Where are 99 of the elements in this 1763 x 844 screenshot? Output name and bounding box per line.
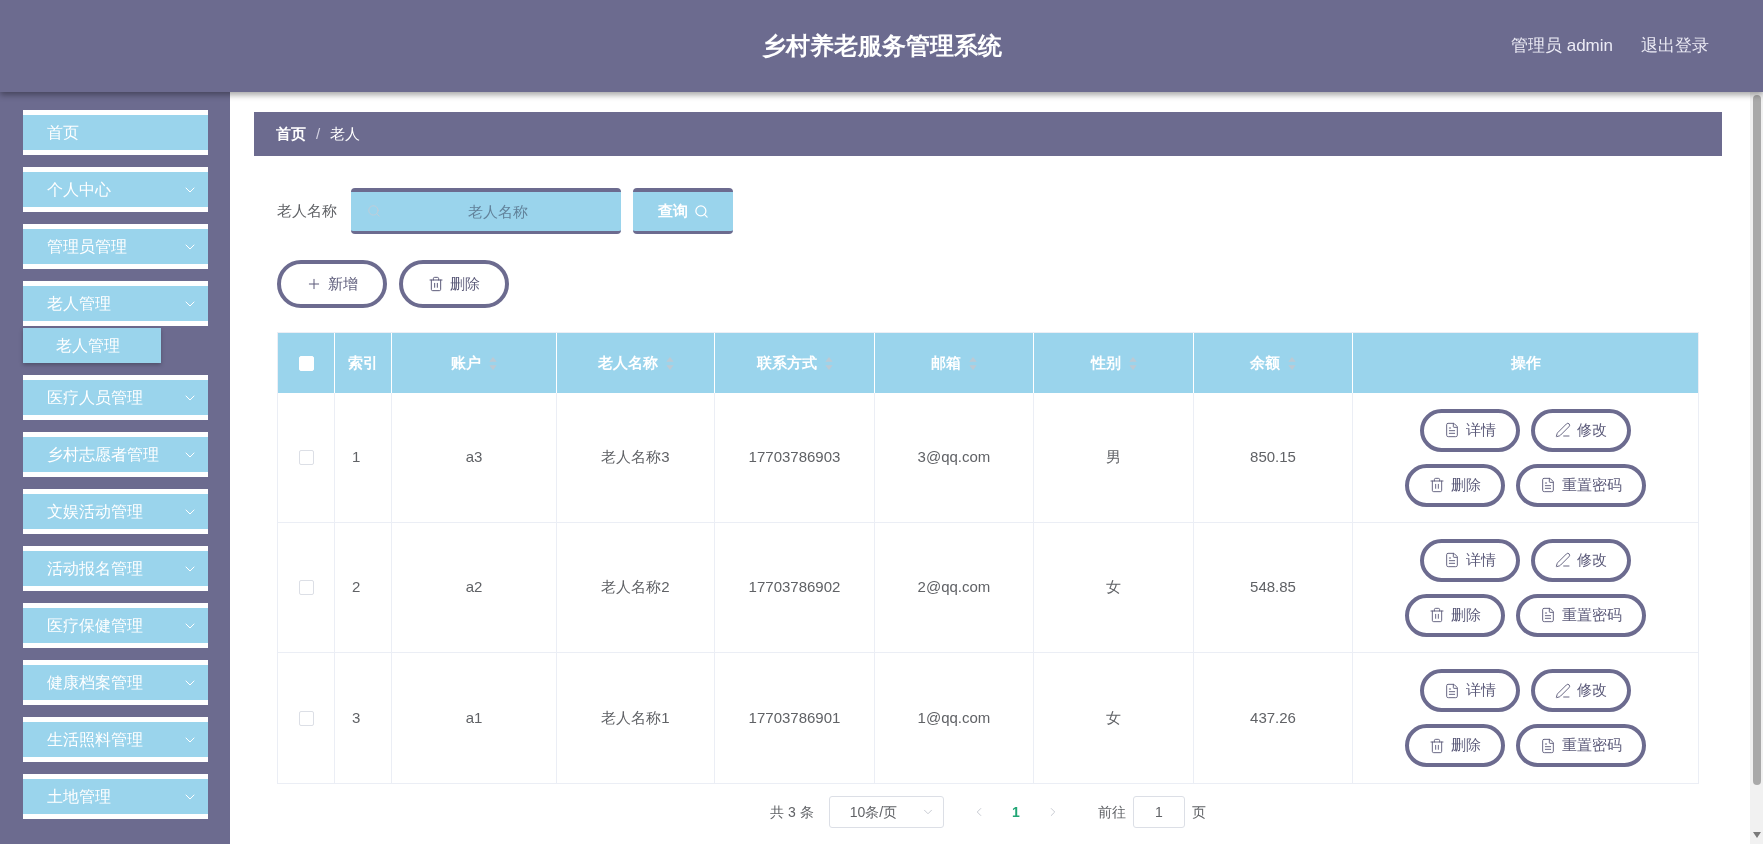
pen-icon: [1555, 422, 1571, 438]
sortable-column-header[interactable]: 账户: [451, 351, 497, 375]
table-cell: 老人名称1: [557, 653, 715, 783]
action-button[interactable]: 重置密码: [1516, 463, 1646, 507]
sidebar-item[interactable]: 活动报名管理: [23, 546, 208, 591]
search-field[interactable]: 老人名称: [351, 188, 621, 234]
table-cell: 437.26: [1194, 653, 1353, 783]
document-icon: [1540, 477, 1556, 493]
page-size-select[interactable]: 10条/页: [828, 796, 944, 828]
table-cell: a1: [392, 653, 557, 783]
sidebar-item[interactable]: 健康档案管理: [23, 660, 208, 705]
table-cell: 2: [335, 523, 392, 652]
sidebar-item[interactable]: 乡村志愿者管理: [23, 432, 208, 477]
action-button[interactable]: 修改: [1531, 408, 1631, 452]
breadcrumb-current: 老人: [330, 123, 361, 144]
sortable-column-header[interactable]: 性别: [1090, 351, 1137, 375]
trash-icon: [1429, 477, 1445, 493]
document-icon: [1444, 682, 1460, 699]
action-button[interactable]: 详情: [1420, 669, 1520, 712]
table-cell: 2@qq.com: [875, 523, 1034, 652]
pen-icon: [1555, 682, 1571, 699]
sidebar-item[interactable]: 首页: [23, 110, 208, 155]
action-button[interactable]: 重置密码: [1516, 724, 1646, 767]
sidebar-item[interactable]: 文娱活动管理: [23, 489, 208, 534]
sort-icon: [665, 356, 674, 370]
table-cell: 女: [1034, 523, 1194, 652]
table-cell: 1: [335, 393, 392, 522]
toolbar-button[interactable]: 新增: [277, 260, 387, 308]
breadcrumb-separator: /: [316, 123, 321, 144]
sidebar-item[interactable]: 老人管理: [23, 281, 208, 326]
sidebar-item[interactable]: 医疗保健管理: [23, 603, 208, 648]
action-button[interactable]: 删除: [1405, 593, 1505, 637]
table-cell: 17703786901: [715, 653, 875, 783]
action-button[interactable]: 详情: [1420, 408, 1520, 452]
table-cell: 3: [335, 653, 392, 783]
table-cell: 1@qq.com: [875, 653, 1034, 783]
app-title: 乡村养老服务管理系统: [761, 31, 1002, 61]
table-cell: 548.85: [1194, 523, 1353, 652]
sort-icon: [969, 356, 977, 370]
plus-icon: [306, 276, 322, 292]
sortable-column-header[interactable]: 联系方式: [756, 351, 833, 375]
goto-label: 前往: [1097, 802, 1126, 822]
action-button[interactable]: 删除: [1405, 724, 1505, 767]
sidebar-item[interactable]: 个人中心: [23, 167, 208, 212]
sidebar-item[interactable]: 生活照料管理: [23, 717, 208, 762]
trash-icon: [428, 276, 444, 292]
page-input[interactable]: 1: [1132, 796, 1185, 828]
search-icon: [693, 204, 709, 219]
sort-icon: [1288, 356, 1296, 370]
total-count: 共 3 条: [770, 802, 814, 822]
toolbar-button[interactable]: 删除: [399, 260, 509, 308]
sortable-column-header[interactable]: 老人名称: [597, 351, 674, 375]
sidebar-item[interactable]: 土地管理: [23, 774, 208, 819]
action-button[interactable]: 详情: [1420, 538, 1520, 582]
sort-icon: [1128, 356, 1137, 370]
logout-link[interactable]: 退出登录: [1641, 33, 1709, 59]
checkbox[interactable]: [298, 710, 314, 726]
sortable-column-header[interactable]: 邮箱: [931, 351, 977, 375]
breadcrumb-link[interactable]: 首页: [276, 122, 306, 146]
table-cell: 男: [1034, 393, 1194, 522]
sidebar-item[interactable]: 管理员管理: [23, 224, 208, 269]
document-icon: [1540, 737, 1556, 754]
table-cell: 17703786902: [715, 523, 875, 652]
search-button[interactable]: 查询: [633, 188, 733, 234]
goto-suffix: 页: [1191, 802, 1206, 822]
trash-icon: [1429, 607, 1445, 623]
scroll-down-arrow-icon[interactable]: [1752, 832, 1761, 838]
document-icon: [1444, 422, 1460, 438]
checkbox[interactable]: [298, 580, 314, 595]
document-icon: [1444, 552, 1460, 568]
column-header: 索引: [348, 352, 378, 373]
scrollbar[interactable]: [1750, 92, 1763, 844]
table-cell: 3@qq.com: [875, 393, 1034, 522]
table-cell: a3: [392, 393, 557, 522]
pen-icon: [1555, 552, 1571, 568]
sortable-column-header[interactable]: 余额: [1250, 351, 1296, 375]
sort-icon: [489, 356, 497, 370]
table-cell: 女: [1034, 653, 1194, 783]
scrollbar-thumb[interactable]: [1752, 95, 1761, 785]
table-cell: 17703786903: [715, 393, 875, 522]
action-button[interactable]: 修改: [1531, 669, 1631, 712]
table-cell: 老人名称2: [557, 523, 715, 652]
trash-icon: [1429, 737, 1445, 754]
page-number[interactable]: 1: [1003, 801, 1028, 823]
sort-icon: [824, 356, 833, 370]
column-header: 操作: [1510, 352, 1541, 373]
sidebar-item[interactable]: 医疗人员管理: [23, 375, 208, 420]
search-icon: [367, 204, 381, 218]
action-button[interactable]: 删除: [1405, 463, 1505, 507]
document-icon: [1540, 607, 1556, 623]
table-cell: a2: [392, 523, 557, 652]
sidebar-subitem[interactable]: 老人管理: [23, 328, 161, 363]
user-name: 管理员 admin: [1510, 35, 1613, 58]
table-cell: 850.15: [1194, 393, 1353, 522]
table-cell: 老人名称3: [557, 393, 715, 522]
action-button[interactable]: 重置密码: [1516, 593, 1646, 637]
search-label: 老人名称: [277, 200, 337, 221]
action-button[interactable]: 修改: [1531, 538, 1631, 582]
checkbox[interactable]: [298, 450, 314, 465]
